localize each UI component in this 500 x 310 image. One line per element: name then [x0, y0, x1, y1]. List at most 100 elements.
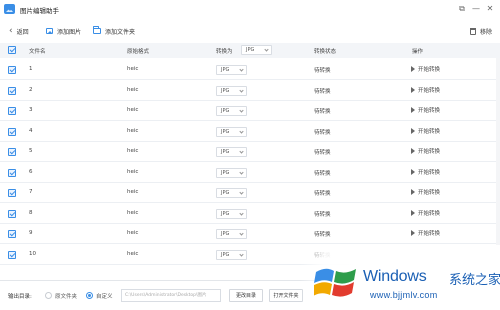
radio-custom-folder-label: 自定义: [96, 294, 113, 300]
row-target-select[interactable]: JPG: [216, 106, 247, 116]
start-convert-label: 开始转换: [418, 67, 441, 73]
row-checkbox[interactable]: [8, 107, 16, 115]
row-original-format: heic: [127, 230, 139, 236]
row-target-select[interactable]: JPG: [216, 126, 247, 137]
row-target-select[interactable]: JPG: [216, 229, 247, 239]
table-row[interactable]: 6 heic JPG 待转换 开始转换: [0, 162, 500, 183]
row-checkbox[interactable]: [8, 127, 16, 136]
start-convert-label: 开始转换: [418, 169, 441, 176]
row-filename: 5: [29, 148, 33, 154]
play-icon: [411, 209, 415, 216]
table-row[interactable]: 9 heic JPG 待转换 开始转换: [0, 224, 500, 244]
row-checkbox[interactable]: [8, 148, 16, 156]
row-target-select[interactable]: JPG: [216, 208, 247, 219]
row-target-value: JPG: [221, 67, 230, 73]
row-target-value: JPG: [221, 108, 230, 114]
play-icon: [411, 66, 415, 72]
image-icon: [46, 28, 53, 34]
start-convert-button[interactable]: 开始转换: [411, 147, 440, 155]
start-convert-label: 开始转换: [418, 108, 441, 114]
start-convert-button[interactable]: 开始转换: [411, 106, 440, 114]
toolbar: ‹ 返回 添加图片 添加文件夹 移除: [0, 19, 500, 43]
play-icon: [411, 189, 415, 195]
convert-all-select[interactable]: JPG: [241, 45, 272, 55]
row-status: 待转换: [314, 232, 331, 238]
row-filename: 3: [29, 107, 33, 113]
row-filename: 4: [29, 127, 33, 134]
open-folder-button[interactable]: 打开文件夹: [269, 289, 303, 302]
table-row[interactable]: 8 heic JPG 待转换 开始转换: [0, 203, 500, 224]
start-convert-button[interactable]: 开始转换: [411, 127, 440, 135]
row-original-format: heic: [127, 189, 139, 195]
row-target-value: JPG: [221, 169, 230, 176]
row-target-value: JPG: [221, 210, 230, 217]
chevron-down-icon: [239, 149, 244, 154]
start-convert-button[interactable]: 开始转换: [411, 65, 440, 73]
start-convert-button[interactable]: 开始转换: [411, 209, 440, 217]
row-checkbox[interactable]: [8, 168, 16, 177]
radio-original-folder[interactable]: [45, 292, 52, 299]
change-dir-button[interactable]: 更改目录: [229, 289, 263, 302]
row-checkbox[interactable]: [8, 86, 16, 95]
row-filename: 8: [29, 209, 33, 216]
start-convert-button[interactable]: 开始转换: [411, 229, 440, 237]
play-icon: [411, 168, 415, 175]
row-checkbox[interactable]: [8, 209, 16, 218]
row-original-format: heic: [127, 127, 139, 134]
row-filename: 2: [29, 86, 33, 93]
row-original-format: heic: [127, 86, 139, 93]
watermark-brand: Windows: [363, 268, 427, 285]
row-original-format: heic: [127, 209, 139, 216]
row-checkbox[interactable]: [8, 230, 16, 238]
row-checkbox[interactable]: [8, 66, 16, 74]
row-original-format: heic: [127, 168, 139, 175]
chevron-down-icon: [239, 108, 244, 113]
header-filename: 文件名: [29, 49, 46, 55]
table-row[interactable]: 7 heic JPG 待转换 开始转换: [0, 183, 500, 203]
windows-logo-icon: [314, 268, 356, 297]
row-target-select[interactable]: JPG: [216, 147, 247, 157]
header-status: 转换状态: [314, 49, 337, 55]
start-convert-button[interactable]: 开始转换: [411, 188, 440, 196]
chevron-down-icon: [239, 128, 244, 134]
start-convert-label: 开始转换: [418, 190, 441, 196]
chevron-left-icon: ‹: [9, 25, 13, 36]
chevron-down-icon: [264, 47, 269, 52]
radio-original-folder-label: 原文件夹: [55, 294, 78, 300]
back-button[interactable]: ‹ 返回: [9, 26, 29, 36]
row-status: 待转换: [314, 88, 331, 95]
row-target-select[interactable]: JPG: [216, 249, 247, 260]
add-image-button[interactable]: 添加图片: [46, 26, 81, 36]
table-row[interactable]: 5 heic JPG 待转换 开始转换: [0, 142, 500, 162]
close-icon[interactable]: ✕: [484, 3, 496, 15]
restore-icon[interactable]: ⧉: [456, 3, 468, 15]
row-target-value: JPG: [221, 231, 230, 237]
watermark-brand-cn: 系统之家: [449, 273, 500, 288]
row-target-select[interactable]: JPG: [216, 65, 247, 75]
row-target-select[interactable]: JPG: [216, 167, 247, 178]
row-target-select[interactable]: JPG: [216, 85, 247, 96]
start-convert-label: 开始转换: [418, 87, 441, 94]
start-convert-button[interactable]: 开始转换: [411, 86, 440, 94]
row-checkbox[interactable]: [8, 189, 16, 197]
row-original-format: heic: [127, 107, 139, 113]
table-row[interactable]: 1 heic JPG 待转换 开始转换: [0, 60, 500, 80]
table-row[interactable]: 2 heic JPG 待转换 开始转换: [0, 80, 500, 101]
minimize-icon[interactable]: —: [470, 3, 482, 15]
row-target-select[interactable]: JPG: [216, 188, 247, 198]
radio-custom-folder[interactable]: [86, 292, 93, 299]
remove-button[interactable]: 移除: [470, 26, 492, 36]
output-path-input[interactable]: C:\Users\Administrator\Desktop\图片: [121, 289, 221, 302]
row-target-value: JPG: [221, 149, 230, 155]
output-label: 输出目录:: [8, 294, 32, 300]
add-folder-button[interactable]: 添加文件夹: [93, 26, 135, 36]
table-row[interactable]: 3 heic JPG 待转换 开始转换: [0, 101, 500, 121]
header-convert-to: 转换为: [216, 49, 233, 55]
start-convert-button[interactable]: 开始转换: [411, 168, 440, 176]
select-all-checkbox[interactable]: [8, 46, 16, 54]
row-checkbox[interactable]: [8, 250, 16, 259]
table-row[interactable]: 4 heic JPG 待转换 开始转换: [0, 121, 500, 142]
folder-icon: [93, 26, 101, 34]
row-original-format: heic: [127, 66, 139, 72]
remove-label: 移除: [480, 28, 493, 36]
